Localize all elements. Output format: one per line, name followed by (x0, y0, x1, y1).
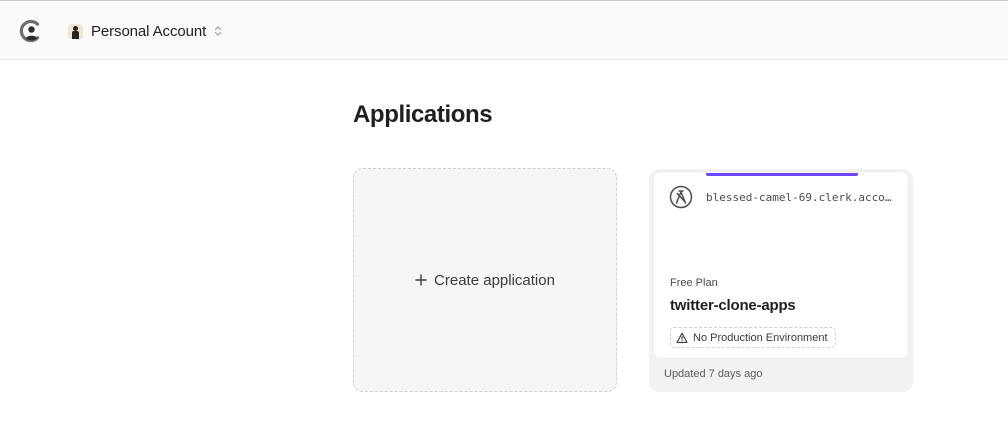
application-domain: blessed-camel-69.clerk.accounts.dev (706, 191, 896, 204)
application-accent-bar (706, 173, 858, 176)
app-icon (669, 185, 693, 209)
plan-label: Free Plan (670, 277, 718, 289)
account-switcher[interactable]: Personal Account (64, 19, 226, 43)
application-card[interactable]: blessed-camel-69.clerk.accounts.dev Free… (649, 169, 913, 392)
application-card-body: blessed-camel-69.clerk.accounts.dev Free… (653, 171, 909, 359)
chevron-updown-icon (215, 26, 222, 36)
environment-badge-label: No Production Environment (693, 331, 828, 344)
application-name: twitter-clone-apps (670, 297, 796, 314)
top-navigation-bar: Personal Account (0, 3, 1008, 60)
warning-icon (676, 332, 688, 343)
account-avatar (68, 23, 83, 39)
page-title: Applications (353, 101, 493, 128)
updated-timestamp: Updated 7 days ago (664, 368, 763, 380)
create-application-label: Create application (434, 271, 555, 289)
create-application-card[interactable]: Create application (353, 168, 617, 392)
clerk-logo-icon[interactable] (19, 19, 43, 43)
account-name: Personal Account (91, 22, 207, 40)
plus-icon (415, 274, 427, 286)
environment-badge: No Production Environment (670, 327, 836, 348)
